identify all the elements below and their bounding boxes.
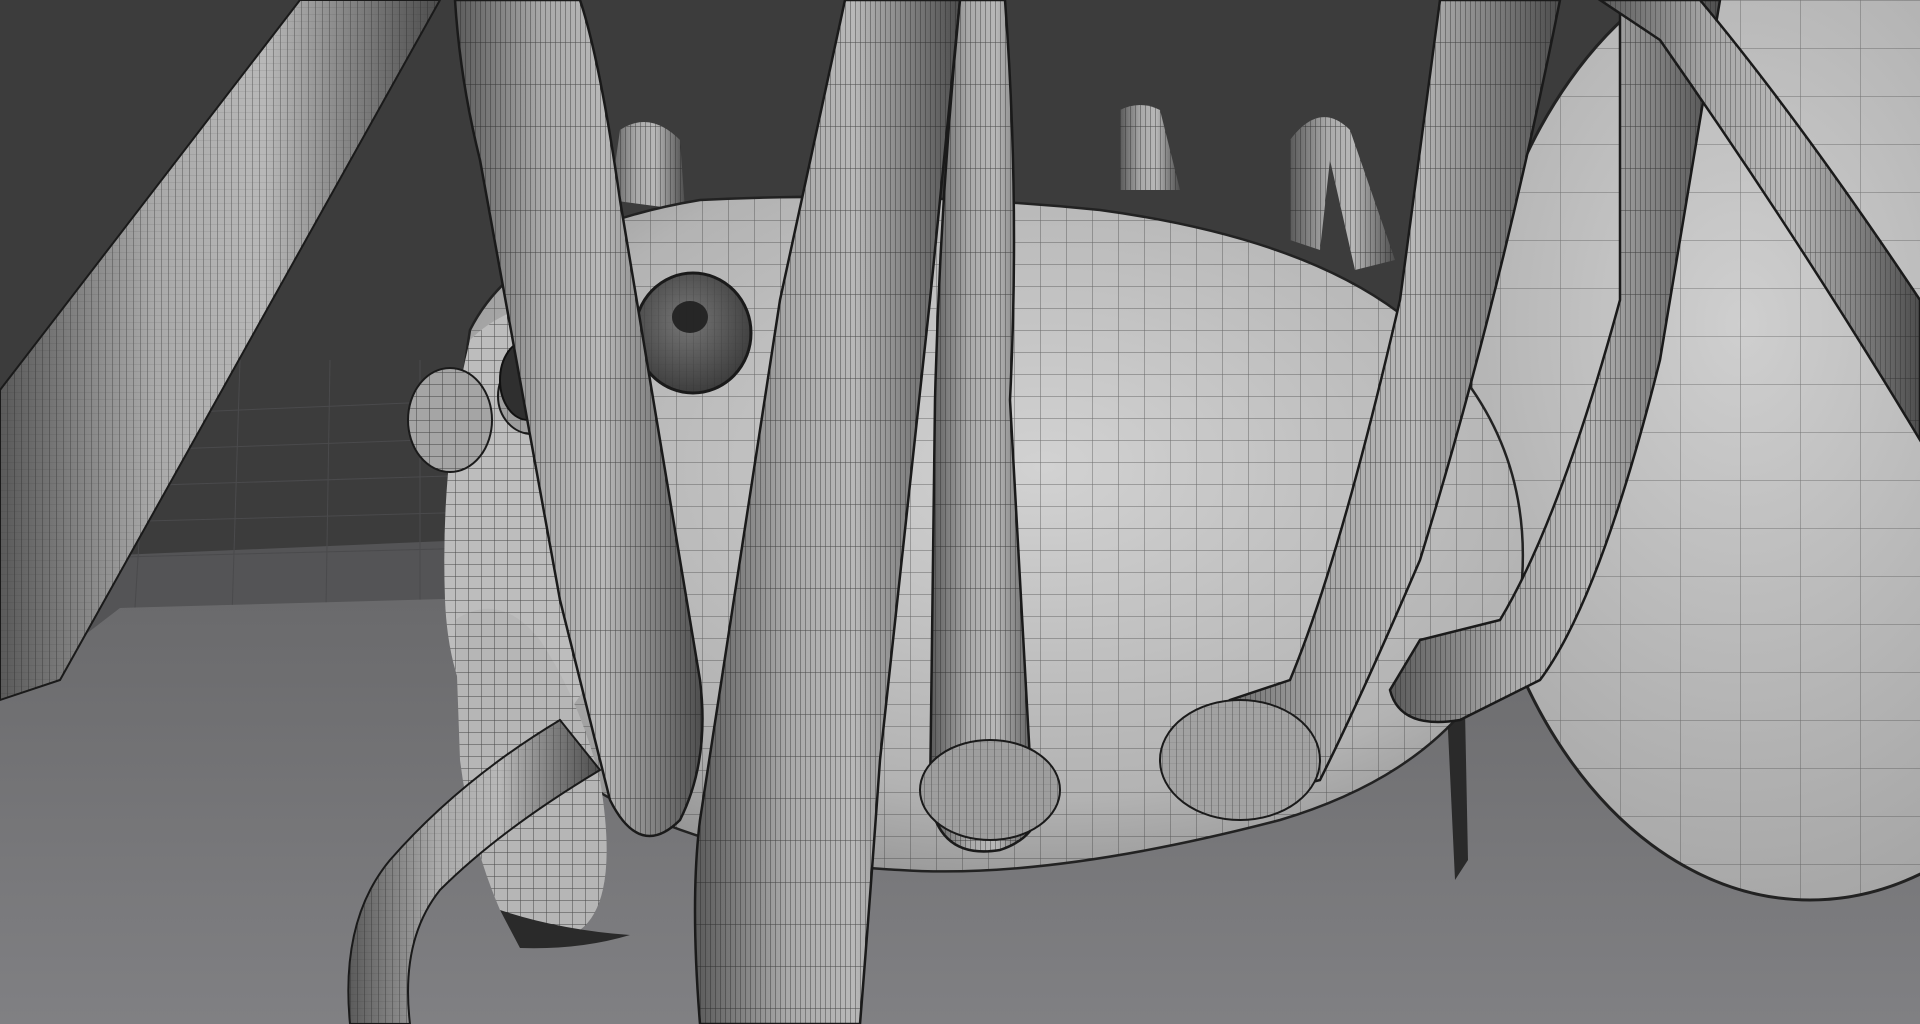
spider-eye-large [633, 271, 753, 395]
spider-eye-left [407, 367, 493, 473]
3d-viewport[interactable] [0, 0, 1920, 1024]
